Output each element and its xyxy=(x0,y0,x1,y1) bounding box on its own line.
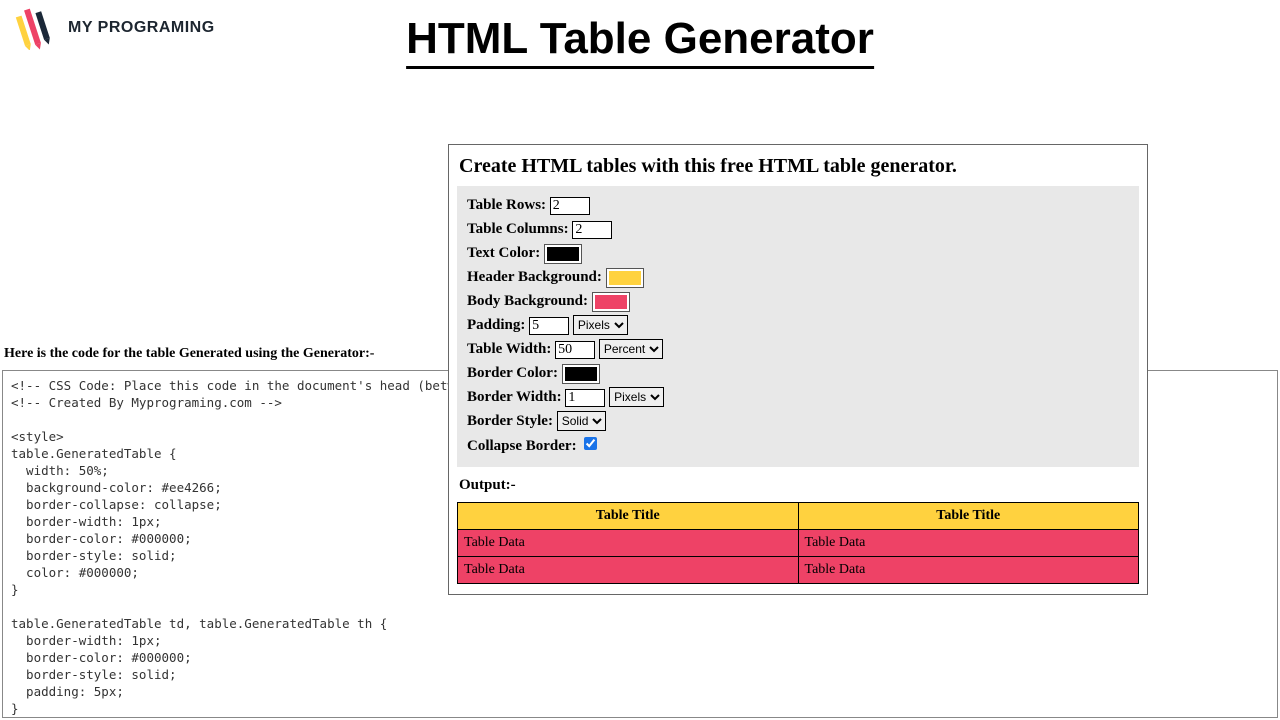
border-style-select[interactable]: Solid xyxy=(557,411,606,431)
body-bg-picker[interactable] xyxy=(592,292,630,312)
padding-unit-select[interactable]: Pixels xyxy=(573,315,628,335)
width-input[interactable] xyxy=(555,341,595,359)
cols-label: Table Columns: xyxy=(467,221,569,237)
panel-title: Create HTML tables with this free HTML t… xyxy=(459,155,1137,178)
form-block: Table Rows: Table Columns: Text Color: H… xyxy=(457,186,1139,467)
code-heading: Here is the code for the table Generated… xyxy=(4,346,374,362)
table-cell: Table Data xyxy=(798,557,1139,584)
border-width-unit-select[interactable]: Pixels xyxy=(609,387,664,407)
table-cell: Table Data xyxy=(458,530,799,557)
table-header-cell: Table Title xyxy=(458,503,799,530)
table-header-cell: Table Title xyxy=(798,503,1139,530)
width-unit-select[interactable]: Percent xyxy=(599,339,663,359)
header-bg-picker[interactable] xyxy=(606,268,644,288)
padding-label: Padding: xyxy=(467,317,525,333)
table-row: Table Data Table Data xyxy=(458,557,1139,584)
border-color-label: Border Color: xyxy=(467,365,558,381)
padding-input[interactable] xyxy=(529,317,569,335)
table-header-row: Table Title Table Title xyxy=(458,503,1139,530)
table-cell: Table Data xyxy=(798,530,1139,557)
collapse-checkbox[interactable] xyxy=(584,437,597,450)
border-width-input[interactable] xyxy=(565,389,605,407)
width-label: Table Width: xyxy=(467,341,551,357)
header-bg-label: Header Background: xyxy=(467,269,602,285)
border-color-picker[interactable] xyxy=(562,364,600,384)
output-table: Table Title Table Title Table Data Table… xyxy=(457,502,1139,584)
brand-name: MY PROGRAMING xyxy=(68,19,215,37)
rows-input[interactable] xyxy=(550,197,590,215)
rows-label: Table Rows: xyxy=(467,197,546,213)
table-cell: Table Data xyxy=(458,557,799,584)
generator-panel: Create HTML tables with this free HTML t… xyxy=(448,144,1148,595)
body-bg-label: Body Background: xyxy=(467,293,588,309)
page-title: HTML Table Generator xyxy=(406,14,874,69)
table-row: Table Data Table Data xyxy=(458,530,1139,557)
output-label: Output:- xyxy=(459,477,1137,494)
brand-logo-icon xyxy=(10,6,60,50)
text-color-picker[interactable] xyxy=(544,244,582,264)
border-width-label: Border Width: xyxy=(467,389,562,405)
brand-block: MY PROGRAMING xyxy=(10,6,215,50)
border-style-label: Border Style: xyxy=(467,413,553,429)
cols-input[interactable] xyxy=(572,221,612,239)
text-color-label: Text Color: xyxy=(467,245,540,261)
collapse-label: Collapse Border: xyxy=(467,438,577,454)
